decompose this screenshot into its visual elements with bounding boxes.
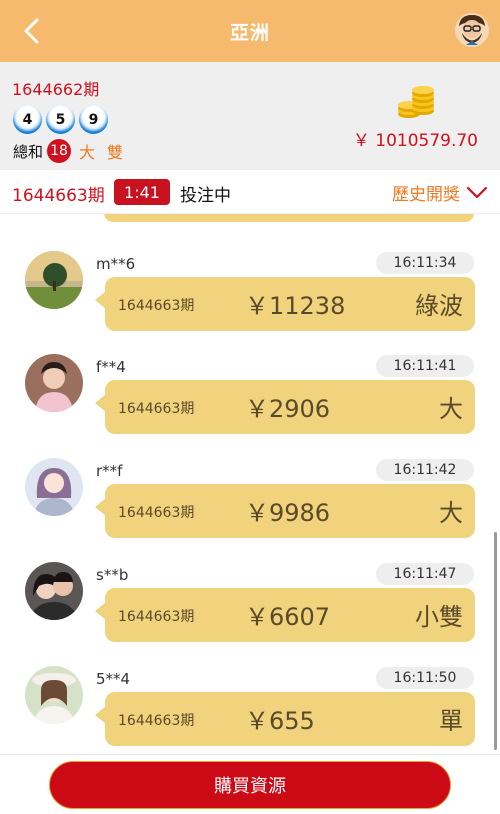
bet-choice: 大 <box>439 499 463 527</box>
size-tag: 大 <box>79 143 96 162</box>
bet-amount: ￥9986 <box>245 499 331 527</box>
buy-resources-button[interactable]: 購買資源 <box>49 761 451 809</box>
draw-period: 1644662期 <box>12 80 100 99</box>
bet-amount: ￥11238 <box>245 292 346 320</box>
coins-icon <box>398 86 434 118</box>
bet-time: 16:11:34 <box>376 252 474 274</box>
back-arrow-icon[interactable] <box>18 16 48 46</box>
bet-time: 16:11:42 <box>376 459 474 481</box>
sum-row: 總和 18 大 雙 <box>13 139 135 163</box>
countdown-timer: 1:41 <box>114 179 170 205</box>
current-period: 1644663期 <box>12 186 105 206</box>
bet-feed[interactable]: m**6 16:11:34 1644663期 ￥11238 綠波 f**4 16… <box>0 214 500 754</box>
draw-balls: 4 5 9 <box>13 105 108 134</box>
bet-period: 1644663期 <box>118 713 195 729</box>
lottery-ball: 5 <box>46 105 75 134</box>
bettor-name: r**f <box>96 462 123 480</box>
avatar <box>25 562 83 620</box>
bettor-name: m**6 <box>96 255 136 273</box>
avatar <box>25 251 83 309</box>
betting-state: 投注中 <box>180 186 231 206</box>
bet-item: r**f 16:11:42 1644663期 ￥9986 大 <box>0 446 500 546</box>
bet-time: 16:11:41 <box>376 355 474 377</box>
avatar <box>25 458 83 516</box>
feed-scrollbar[interactable] <box>494 532 497 750</box>
bet-amount: ￥6607 <box>245 603 331 631</box>
avatar <box>25 354 83 412</box>
bet-item: f**4 16:11:41 1644663期 ￥2906 大 <box>0 342 500 442</box>
bet-item: 5**4 16:11:50 1644663期 ￥655 單 <box>0 654 500 754</box>
bet-choice: 小雙 <box>415 603 463 631</box>
bet-amount: ￥655 <box>245 707 315 735</box>
lottery-ball: 9 <box>79 105 108 134</box>
bet-amount: ￥2906 <box>245 395 331 423</box>
footer-bar: 購買資源 <box>0 754 500 814</box>
bet-item: s**b 16:11:47 1644663期 ￥6607 小雙 <box>0 550 500 650</box>
bet-choice: 綠波 <box>415 292 463 320</box>
history-draws-button[interactable]: 歷史開獎 <box>392 180 488 205</box>
bet-choice: 單 <box>439 707 463 735</box>
bettor-name: f**4 <box>96 358 126 376</box>
bet-time: 16:11:50 <box>376 667 474 689</box>
bet-bubble: 1644663期 ￥655 單 <box>95 692 475 746</box>
bettor-name: s**b <box>96 566 129 584</box>
sum-label: 總和 <box>13 142 44 161</box>
bet-item: m**6 16:11:34 1644663期 ￥11238 綠波 <box>0 239 500 339</box>
lottery-ball: 4 <box>13 105 42 134</box>
page-title: 亞洲 <box>229 21 270 44</box>
bet-period: 1644663期 <box>118 505 195 521</box>
bet-period: 1644663期 <box>118 609 195 625</box>
previous-bubble-partial <box>104 214 474 222</box>
bettor-name: 5**4 <box>96 670 131 688</box>
bet-bubble: 1644663期 ￥2906 大 <box>95 380 475 434</box>
bet-period: 1644663期 <box>118 401 195 417</box>
bet-period: 1644663期 <box>118 298 195 314</box>
bet-bubble: 1644663期 ￥11238 綠波 <box>95 277 475 331</box>
bet-bubble: 1644663期 ￥6607 小雙 <box>95 588 475 642</box>
app-header: 亞洲 <box>0 0 500 62</box>
sum-value-badge: 18 <box>47 139 72 163</box>
bet-bubble: 1644663期 ￥9986 大 <box>95 484 475 538</box>
parity-tag: 雙 <box>107 143 124 162</box>
bet-time: 16:11:47 <box>376 563 474 585</box>
betting-status-bar: 1644663期 1:41 投注中 歷史開獎 <box>0 170 500 214</box>
latest-draw-panel: 1644662期 4 5 9 總和 18 大 雙 ￥ 1010579.70 <box>0 62 500 170</box>
avatar <box>25 666 83 724</box>
history-label: 歷史開獎 <box>392 185 460 205</box>
balance-amount: ￥ 1010579.70 <box>352 131 478 151</box>
bet-choice: 大 <box>439 395 463 423</box>
chevron-down-icon <box>466 186 488 198</box>
user-avatar-icon[interactable] <box>454 12 490 48</box>
